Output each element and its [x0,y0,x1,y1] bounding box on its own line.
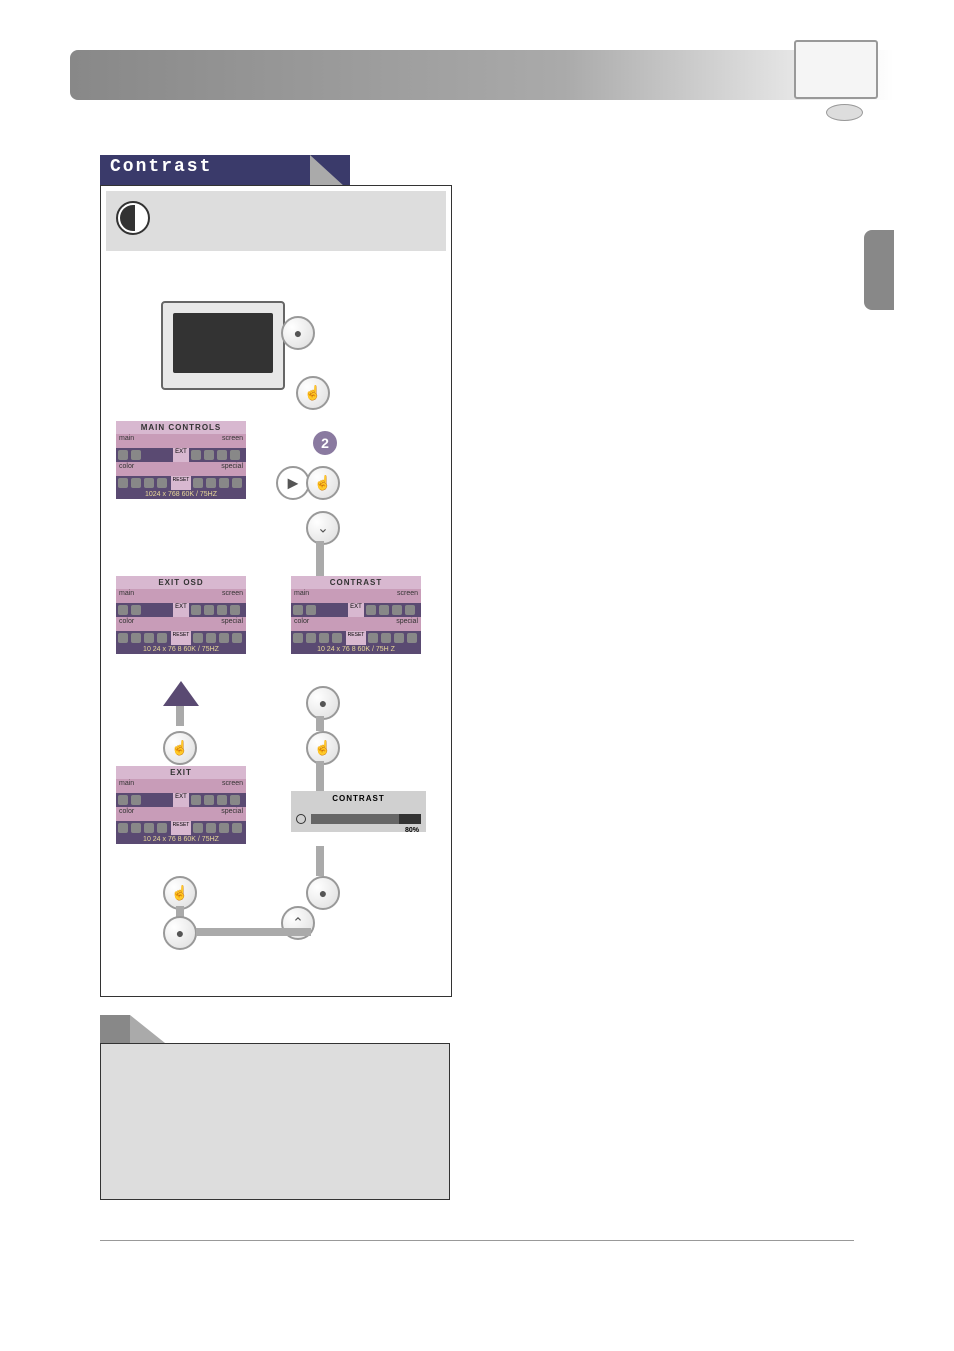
hand-icon: ☝ [314,740,331,757]
contrast-slider: CONTRAST 80% [291,791,426,832]
dot-icon: ● [294,325,302,341]
flow-line [176,706,184,726]
flow-line [316,541,324,576]
flow-line-horizontal [196,928,311,936]
flow-line [316,716,324,731]
footer-rule [100,1240,854,1241]
main-diagram-box: MAIN CONTROLS main screen EXT color spec… [100,185,452,997]
step-btn-1[interactable]: ● [281,316,315,350]
osd-exit-osd: EXIT OSD main screen EXT color special R… [116,576,246,654]
osd-main-controls: MAIN CONTROLS main screen EXT color spec… [116,421,246,499]
flow-line [316,846,324,876]
icon-bg [106,191,446,251]
arrow-right-icon: ▶ [288,475,299,492]
down-icon: ⌄ [317,520,329,537]
dot-icon: ● [176,925,184,941]
section-title-triangle [310,155,345,187]
side-tab [864,230,894,310]
arrow-btn[interactable]: ▶ [276,466,310,500]
step-btn-hand-4[interactable]: ☝ [306,731,340,765]
hand-icon: ☝ [304,385,321,402]
step-btn-bottom[interactable]: ⌄ [306,511,340,545]
header-bar [70,50,894,100]
note-header [100,1015,130,1043]
osd-contrast: CONTRAST main screen EXT color special R… [291,576,421,654]
step-btn-hand-2[interactable]: ☝ [306,466,340,500]
note-triangle [130,1015,165,1043]
step-btn-hand-1[interactable]: ☝ [296,376,330,410]
step-btn-dot-3[interactable]: ● [163,916,197,950]
dot-icon: ● [319,885,327,901]
step-btn-hand-3[interactable]: ☝ [163,731,197,765]
osd-exit: EXIT main screen EXT color special RESET… [116,766,246,844]
contrast-icon [116,201,150,235]
contrast-mini-icon [296,814,306,824]
dot-icon: ● [319,695,327,711]
flow-line [316,761,324,791]
step-badge-2: 2 [313,431,337,455]
note-section [100,1015,450,1200]
step-btn-dot-2[interactable]: ● [306,686,340,720]
hand-icon: ☝ [314,475,331,492]
monitor-illustration-top [794,40,894,135]
hand-icon: ☝ [171,885,188,902]
step-btn-hand-5[interactable]: ☝ [163,876,197,910]
hand-icon: ☝ [171,740,188,757]
step-btn-dot-4[interactable]: ● [306,876,340,910]
monitor-main-controls [161,301,296,411]
osd-title: MAIN CONTROLS [116,421,246,434]
triangle-up-icon [163,681,199,706]
note-box [100,1043,450,1200]
